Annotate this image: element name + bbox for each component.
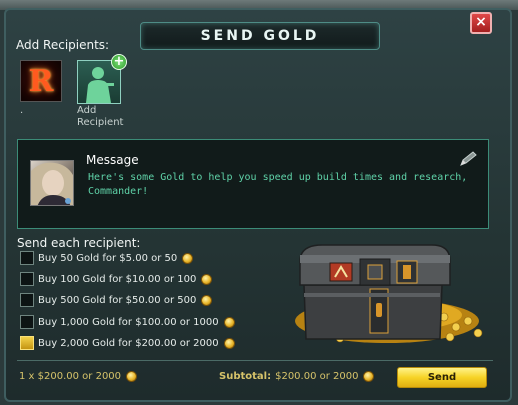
quantity-text: 1 x $200.00 or 2000 [19,371,122,382]
recipient-initial: R [28,63,54,99]
gold-option-100[interactable]: Buy 100 Gold for $10.00 or 100 [20,270,213,288]
option-checkbox[interactable] [20,272,34,286]
add-recipient-label: Add Recipient [77,105,124,128]
option-label: Buy 100 Gold for $10.00 or 100 [38,273,197,285]
add-recipients-heading: Add Recipients: [16,38,110,52]
gold-option-1000[interactable]: Buy 1,000 Gold for $100.00 or 1000 [20,313,235,331]
sender-avatar [30,160,74,206]
close-icon: × [475,14,487,30]
option-checkbox-checked[interactable] [20,336,34,350]
plus-icon[interactable]: + [111,54,127,70]
send-gold-window: SEND GOLD × Add Recipients: R . + Add Re… [0,0,518,405]
option-label: Buy 1,000 Gold for $100.00 or 1000 [38,316,219,328]
gold-option-50[interactable]: Buy 50 Gold for $5.00 or 50 [20,249,194,267]
option-checkbox[interactable] [20,315,34,329]
message-textarea[interactable]: Here's some Gold to help you speed up bu… [88,171,468,199]
message-title: Message [86,153,139,167]
send-each-heading: Send each recipient: [17,236,141,250]
subtotal: Subtotal: $200.00 or 2000 [219,371,375,382]
option-checkbox[interactable] [20,251,34,265]
subtotal-label: Subtotal: [219,371,272,382]
close-button[interactable]: × [470,12,492,34]
option-checkbox[interactable] [20,293,34,307]
gold-coin-icon [201,294,213,306]
gold-coin-icon [363,371,375,382]
gold-coin-icon [201,273,213,285]
footer-divider [17,360,493,361]
gold-coin-icon [126,371,138,382]
option-label: Buy 2,000 Gold for $200.00 or 2000 [38,337,219,349]
gold-option-500[interactable]: Buy 500 Gold for $50.00 or 500 [20,291,213,309]
send-button[interactable]: Send [397,367,487,388]
gold-option-2000[interactable]: Buy 2,000 Gold for $200.00 or 2000 [20,334,235,352]
dialog-title: SEND GOLD [140,22,380,50]
recipient-name: . [20,105,24,116]
gold-coin-icon [182,252,194,264]
treasure-chest-icon [295,244,483,343]
option-label: Buy 500 Gold for $50.00 or 500 [38,294,197,306]
option-label: Buy 50 Gold for $5.00 or 50 [38,252,178,264]
gold-coin-icon [223,337,235,349]
recipient-avatar[interactable]: R [20,60,62,102]
subtotal-value: $200.00 or 2000 [275,371,359,382]
pencil-icon[interactable] [458,151,478,167]
gold-coin-icon [223,316,235,328]
quantity-summary: 1 x $200.00 or 2000 [19,371,138,382]
